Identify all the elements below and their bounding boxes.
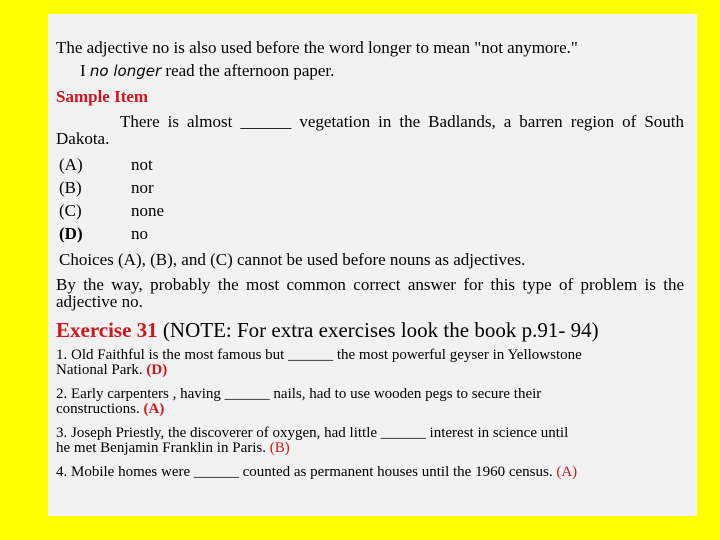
slide-panel: The adjective no is also used before the… <box>48 14 697 516</box>
exercise-item-1: 1. Old Faithful is the most famous but _… <box>56 348 692 378</box>
item-line1: 3. Joseph Priestly, the discoverer of ox… <box>56 425 569 441</box>
intro-rule-text: The adjective no is also used before the… <box>56 38 578 57</box>
option-text: nor <box>131 178 154 197</box>
option-b: (B) nor <box>59 178 154 198</box>
option-text: none <box>131 201 165 220</box>
exercise-heading: Exercise 31 (NOTE: For extra exercises l… <box>56 318 599 342</box>
option-text: not <box>131 155 153 174</box>
item-answer: (A) <box>556 464 578 480</box>
item-line1: 4. Mobile homes were ______ counted as p… <box>56 464 557 480</box>
option-c: (C) none <box>59 201 164 221</box>
item-answer: (B) <box>269 440 290 456</box>
option-text: no <box>131 224 148 243</box>
item-answer: (A) <box>143 401 165 417</box>
item-line1: 2. Early carpenters , having ______ nail… <box>56 386 542 402</box>
exercise-item-4: 4. Mobile homes were ______ counted as p… <box>56 465 692 480</box>
item-line2: constructions. <box>56 401 144 417</box>
sample-item-heading: Sample Item <box>56 87 149 106</box>
option-a: (A) not <box>59 155 153 175</box>
exercise-note: (NOTE: For extra exercises look the book… <box>157 318 599 342</box>
option-letter: (C) <box>59 201 82 220</box>
option-d: (D) no <box>59 224 148 244</box>
intro-example: I no longer read the afternoon paper. <box>80 61 334 81</box>
example-suffix: read the afternoon paper. <box>161 61 335 80</box>
item-line2: National Park. <box>56 362 147 378</box>
exercise-item-3: 3. Joseph Priestly, the discoverer of ox… <box>56 426 692 456</box>
sample-note: By the way, probably the most common cor… <box>56 276 684 310</box>
item-answer: (D) <box>146 362 168 378</box>
option-letter: (A) <box>59 155 83 174</box>
item-line2: he met Benjamin Franklin in Paris. <box>56 440 270 456</box>
option-letter-correct: (D) <box>59 224 83 243</box>
exercise-title: Exercise 31 <box>56 318 158 342</box>
example-italic-phrase: no longer <box>89 62 162 80</box>
example-prefix: I <box>80 61 90 80</box>
sample-question: There is almost ______ vegetation in the… <box>56 113 684 147</box>
option-letter: (B) <box>59 178 82 197</box>
exercise-item-2: 2. Early carpenters , having ______ nail… <box>56 387 692 417</box>
sample-question-line1: There is almost ______ vegetation in the… <box>120 112 637 131</box>
sample-explanation: Choices (A), (B), and (C) cannot be used… <box>59 250 526 269</box>
item-line1: 1. Old Faithful is the most famous but _… <box>56 347 582 363</box>
